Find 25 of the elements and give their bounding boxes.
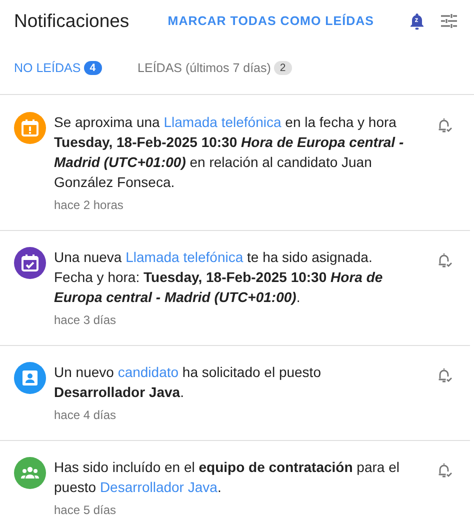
notification-message: Has sido incluído en el equipo de contratación para el puesto Desarrollador Java. xyxy=(54,458,400,497)
sliders-icon xyxy=(441,14,457,28)
bell-icon xyxy=(409,12,425,30)
tab[interactable]: LEÍDAS (últimos 7 días) 2 xyxy=(124,42,306,94)
notification-message: Se aproxima una Llamada telefónica en la fecha y hora Tuesday, 18-Feb-2025 10:30 Hora de Europa central - Madrid (UTC+01:00) en relación al candidato Juan González Fonseca. xyxy=(54,113,405,192)
notification-time: hace 3 días xyxy=(54,313,116,327)
notification-time: hace 4 días xyxy=(54,408,116,422)
filter-settings-button[interactable] xyxy=(440,11,458,31)
notification-link[interactable]: Llamada telefónica xyxy=(126,249,244,265)
count-badge: 4 xyxy=(84,61,102,75)
notification-link[interactable]: Llamada telefónica xyxy=(164,114,282,130)
notification-time: hace 2 horas xyxy=(54,198,124,212)
notification-link[interactable]: candidato xyxy=(118,364,179,380)
notification-link[interactable]: Desarrollador Java xyxy=(100,479,218,495)
notification-message: Una nueva Llamada telefónica te ha sido asignada. Fecha y hora: Tuesday, 18-Feb-2025 10:30 Hora de Europa central - Madrid (UTC+01:00). xyxy=(54,248,384,307)
count-badge: 2 xyxy=(274,61,292,75)
notification-time: hace 5 días xyxy=(54,503,116,517)
panel-title: Notificaciones xyxy=(14,10,130,32)
mark-all-read-button[interactable]: MARCAR TODAS COMO LEÍDAS xyxy=(168,14,374,28)
tab[interactable]: NO LEÍDAS 4 xyxy=(0,42,116,94)
bell-check-icon xyxy=(436,461,454,479)
bell-check-icon xyxy=(436,251,454,269)
bell-check-icon xyxy=(436,366,454,384)
notification-message: Un nuevo candidato ha solicitado el puesto Desarrollador Java. xyxy=(54,363,322,402)
bell-check-icon xyxy=(436,116,454,134)
